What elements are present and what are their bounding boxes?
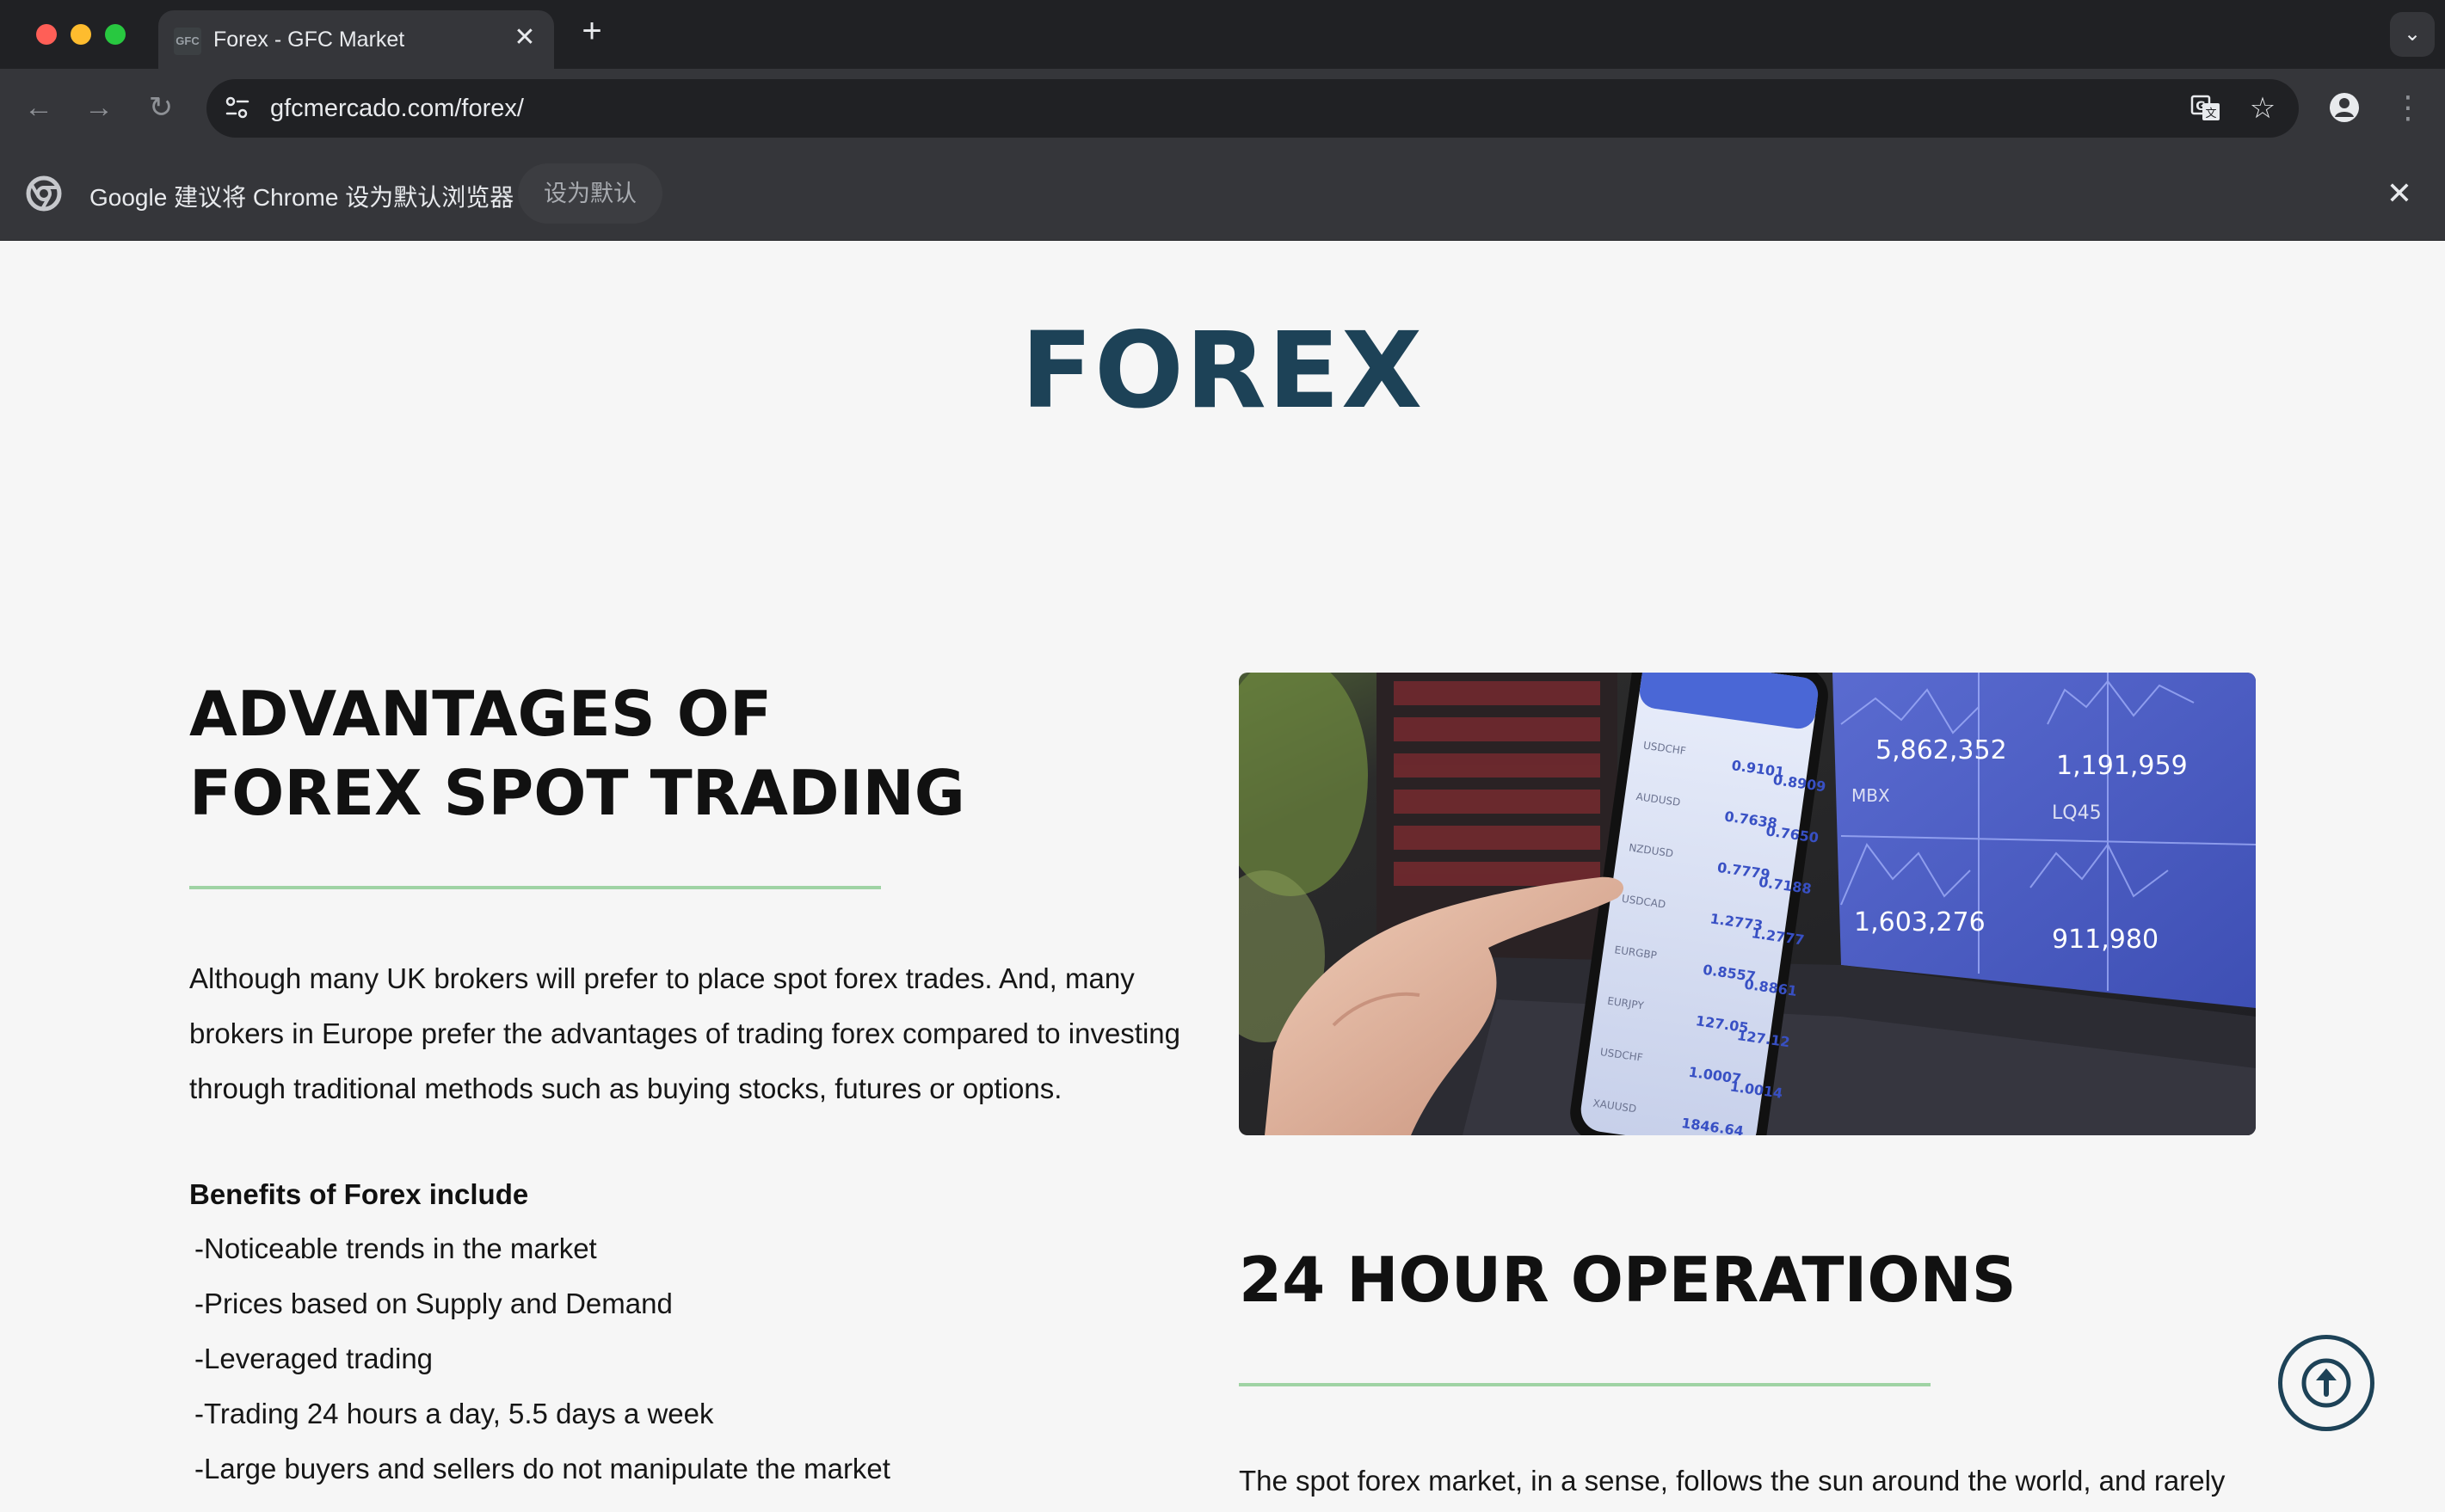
section-divider: [189, 886, 881, 889]
operations-heading: 24 HOUR OPERATIONS: [1239, 1244, 2017, 1316]
minimize-window-button[interactable]: [71, 24, 91, 45]
person-icon[interactable]: [2325, 88, 2364, 127]
address-bar[interactable]: gfcmercado.com/forex/ G 文 ☆: [206, 79, 2299, 138]
screen-price-3: 1,603,276: [1854, 907, 1986, 937]
advantages-heading-line2: FOREX SPOT TRADING: [189, 757, 965, 829]
new-tab-button[interactable]: +: [575, 14, 609, 48]
list-item: -Leveraged trading: [194, 1343, 434, 1374]
advantages-heading-line1: ADVANTAGES OF: [189, 678, 773, 750]
translate-icon[interactable]: G 文: [2187, 89, 2225, 127]
browser-tab-forex[interactable]: GFC Forex - GFC Market ✕: [158, 10, 554, 69]
bookmark-star-icon[interactable]: ☆: [2244, 89, 2282, 127]
advantages-heading: ADVANTAGES OF FOREX SPOT TRADING: [189, 674, 1204, 833]
screen-price-2: 1,191,959: [2056, 751, 2188, 781]
list-item: -Prices based on Supply and Demand: [194, 1288, 673, 1319]
screen-ticker-1: MBX: [1851, 785, 1890, 806]
screen-ticker-2: LQ45: [2052, 802, 2102, 824]
list-item: -Large buyers and sellers do not manipul…: [194, 1453, 890, 1484]
tune-icon[interactable]: [219, 89, 256, 127]
url-text[interactable]: gfcmercado.com/forex/: [270, 95, 524, 123]
advantages-paragraph: Although many UK brokers will prefer to …: [189, 962, 1181, 1104]
reload-button[interactable]: ↻: [141, 88, 181, 127]
operations-paragraph: The spot forex market, in a sense, follo…: [1239, 1465, 2226, 1497]
set-default-button[interactable]: 设为默认: [518, 163, 662, 224]
tab-close-icon[interactable]: ✕: [511, 24, 539, 52]
browser-menu-button[interactable]: ⋮: [2388, 88, 2428, 127]
arrow-up-circle-icon: [2301, 1358, 2351, 1408]
browser-title-bar: GFC Forex - GFC Market ✕ + ⌄: [0, 0, 2445, 69]
infobar-close-icon[interactable]: ✕: [2380, 174, 2419, 213]
benefits-title: Benefits of Forex include: [189, 1178, 529, 1210]
screen-price-4: 911,980: [2052, 925, 2159, 955]
chrome-logo-icon: [26, 175, 62, 212]
tab-search-chevron-icon[interactable]: ⌄: [2390, 12, 2435, 57]
svg-text:文: 文: [2205, 108, 2216, 120]
back-button[interactable]: ←: [19, 88, 59, 127]
screen-price-1: 5,862,352: [1875, 735, 2007, 765]
scroll-to-top-button[interactable]: [2278, 1335, 2374, 1431]
infobar-message: Google 建议将 Chrome 设为默认浏览器: [89, 184, 514, 211]
default-browser-infobar: Google 建议将 Chrome 设为默认浏览器 设为默认 ✕: [0, 146, 2445, 241]
list-item: -Noticeable trends in the market: [194, 1232, 597, 1264]
close-window-button[interactable]: [36, 24, 57, 45]
gfc-favicon-icon: GFC: [174, 28, 201, 55]
forex-trading-photo: 5,862,352 1,191,959 MBX LQ45 1,603,276 9…: [1239, 673, 2256, 1135]
browser-toolbar: ← → ↻ gfcmercado.com/forex/ G 文 ☆ ⋮: [0, 69, 2445, 146]
web-page: FOREX ADVANTAGES OF FOREX SPOT TRADING A…: [0, 241, 2445, 1512]
maximize-window-button[interactable]: [105, 24, 126, 45]
tab-title: Forex - GFC Market: [213, 28, 405, 52]
list-item: -Trading 24 hours a day, 5.5 days a week: [194, 1398, 714, 1429]
forward-button[interactable]: →: [79, 88, 119, 127]
section-divider: [1239, 1383, 1931, 1386]
page-title: FOREX: [1020, 310, 1425, 432]
benefits-list: -Noticeable trends in the market -Prices…: [194, 1221, 890, 1497]
